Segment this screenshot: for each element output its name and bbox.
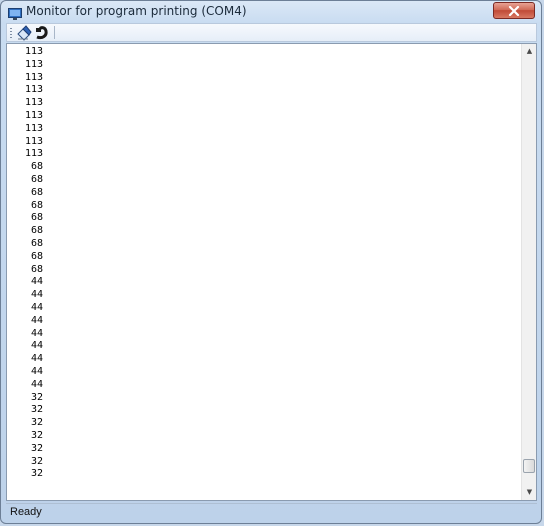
scroll-down-button[interactable]: ▼	[522, 485, 537, 500]
output-line: 68	[30, 186, 43, 198]
output-line: 68	[30, 212, 43, 224]
output-line: 113	[24, 122, 43, 134]
clear-button[interactable]	[16, 25, 32, 41]
monitor-window: Monitor for program printing (COM4) 113 1…	[0, 0, 542, 524]
output-line: 68	[30, 173, 43, 185]
scroll-thumb[interactable]	[523, 458, 535, 473]
output-line: 113	[24, 46, 43, 57]
plug-icon	[36, 26, 48, 40]
status-bar: Ready	[6, 503, 537, 521]
connect-button[interactable]	[34, 25, 50, 41]
output-line: 44	[30, 289, 43, 301]
eraser-icon	[17, 25, 32, 41]
output-line: 44	[30, 365, 43, 377]
output-line: 44	[30, 353, 43, 365]
toolbar	[6, 23, 537, 42]
output-line: 113	[24, 58, 43, 70]
output-line: 44	[30, 340, 43, 352]
close-button[interactable]	[493, 2, 535, 19]
output-line: 68	[30, 199, 43, 211]
output-line: 68	[30, 161, 43, 173]
output-line: 44	[30, 327, 43, 339]
toolbar-grip[interactable]	[10, 28, 12, 38]
output-line: 113	[24, 71, 43, 83]
output-line: 44	[30, 378, 43, 390]
output-line: 32	[30, 429, 43, 441]
output-line: 113	[24, 109, 43, 121]
output-line: 68	[30, 237, 43, 249]
toolbar-separator	[54, 26, 55, 39]
scroll-up-button[interactable]: ▲	[522, 44, 537, 59]
close-icon	[508, 6, 520, 16]
status-text: Ready	[10, 506, 42, 518]
output-line: 44	[30, 314, 43, 326]
serial-monitor-output[interactable]: 113 113 113 113 113 113 113 113 113 68 68 68 68 68 68 6…	[6, 43, 537, 501]
output-line: 32	[30, 404, 43, 416]
output-line: 32	[30, 455, 43, 467]
output-line: 32	[30, 391, 43, 403]
output-line: 68	[30, 225, 43, 237]
output-line: 113	[24, 148, 43, 160]
window-title: Monitor for program printing (COM4)	[26, 4, 247, 18]
output-line: 68	[30, 250, 43, 262]
output-line: 113	[24, 97, 43, 109]
output-line: 68	[30, 263, 43, 275]
output-line: 32	[30, 442, 43, 454]
vertical-scrollbar[interactable]: ▲ ▼	[521, 44, 536, 500]
output-line: 32	[30, 417, 43, 429]
output-line: 113	[24, 135, 43, 147]
title-bar[interactable]: Monitor for program printing (COM4)	[1, 1, 541, 23]
monitor-icon	[8, 5, 22, 20]
output-line: 44	[30, 301, 43, 313]
output-line: 32	[30, 468, 43, 480]
output-line: 44	[30, 276, 43, 288]
output-log: 113 113 113 113 113 113 113 113 113 68 68 68 68 68 68 6…	[7, 46, 522, 481]
output-line: 113	[24, 84, 43, 96]
